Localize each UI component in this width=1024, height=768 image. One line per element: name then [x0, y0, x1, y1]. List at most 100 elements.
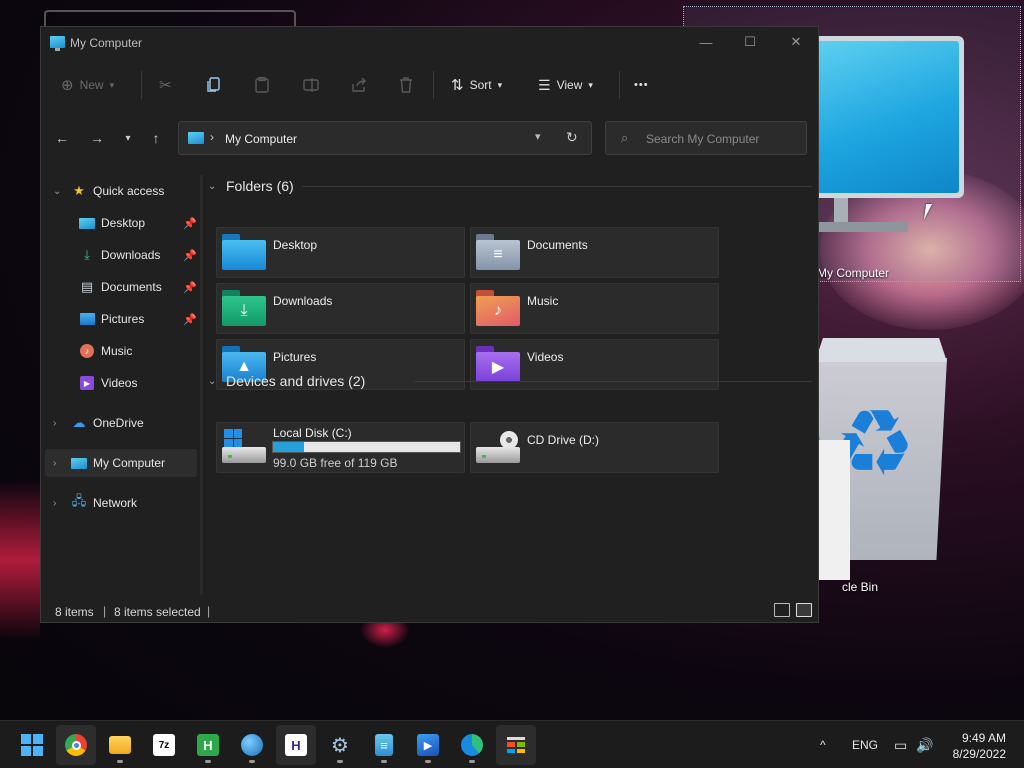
taskbar-settings[interactable]: ⚙: [320, 725, 360, 765]
chevron-right-icon[interactable]: ›: [53, 418, 56, 429]
tile-label: Pictures: [273, 350, 317, 364]
forward-arrow-icon[interactable]: →: [86, 127, 108, 149]
sidebar-item-music[interactable]: ♪ Music: [45, 337, 197, 365]
new-label: New: [79, 78, 104, 92]
taskbar-file-explorer[interactable]: [100, 725, 140, 765]
pin-icon[interactable]: 📌: [183, 217, 197, 230]
sidebar-item-desktop[interactable]: Desktop 📌: [45, 209, 197, 237]
volume-icon[interactable]: 🔊: [916, 721, 933, 768]
folder-tile-documents[interactable]: ≡ Documents: [470, 227, 719, 278]
sidebar-item-network[interactable]: › 🖧 Network: [45, 489, 197, 517]
tile-label: Local Disk (C:): [273, 426, 352, 440]
new-button[interactable]: ⊕ New ▾: [61, 71, 114, 99]
minimize-button[interactable]: —: [683, 27, 729, 57]
pin-icon[interactable]: 📌: [183, 313, 197, 326]
up-arrow-icon[interactable]: ↑: [145, 127, 167, 149]
breadcrumb-my-computer[interactable]: My Computer: [225, 132, 297, 146]
large-icons-view-icon[interactable]: [796, 603, 812, 617]
file-explorer-window: My Computer — ☐ ✕ ⊕ New ▾ ✂ ⇅ Sort ▾ ☰ V…: [40, 26, 819, 623]
scissors-icon: ✂: [159, 77, 172, 94]
taskbar-store[interactable]: [496, 725, 536, 765]
view-button[interactable]: ☰ View ▾: [538, 71, 593, 99]
details-view-icon[interactable]: [774, 603, 790, 617]
pin-icon[interactable]: 📌: [183, 249, 197, 262]
share-button[interactable]: [351, 71, 367, 99]
sidebar-item-onedrive[interactable]: › ☁ OneDrive: [45, 409, 197, 437]
folder-tile-videos[interactable]: ▶ Videos: [470, 339, 719, 390]
desktop-icon: [79, 216, 95, 230]
chevron-right-icon[interactable]: ›: [53, 458, 56, 469]
sidebar-item-pictures[interactable]: Pictures 📌: [45, 305, 197, 333]
start-button[interactable]: [12, 725, 52, 765]
sidebar-label: Quick access: [93, 184, 165, 198]
sort-button[interactable]: ⇅ Sort ▾: [451, 71, 502, 99]
see-more-button[interactable]: •••: [634, 71, 649, 99]
plus-circle-icon: ⊕: [61, 77, 74, 94]
taskbar-media-player[interactable]: ▶: [408, 725, 448, 765]
taskbar-hxd[interactable]: H: [276, 725, 316, 765]
copy-button[interactable]: [207, 71, 221, 99]
drive-tile-cd-drive[interactable]: CD Drive (D:): [470, 422, 719, 473]
search-input[interactable]: ⌕ Search My Computer: [605, 121, 807, 155]
drive-tile-local-disk[interactable]: Local Disk (C:) 99.0 GB free of 119 GB: [216, 422, 465, 473]
sidebar-item-videos[interactable]: ▶ Videos: [45, 369, 197, 397]
view-label: View: [556, 78, 583, 92]
title-bar[interactable]: My Computer — ☐ ✕: [41, 27, 818, 59]
maximize-button[interactable]: ☐: [727, 27, 773, 57]
chevron-down-icon: ▾: [109, 79, 115, 90]
taskbar-network-app[interactable]: [232, 725, 272, 765]
navigation-pane: ⌄ ★ Quick access Desktop 📌 ⤓ Downloads 📌…: [41, 175, 201, 595]
sidebar-item-downloads[interactable]: ⤓ Downloads 📌: [45, 241, 197, 269]
refresh-icon[interactable]: ↻: [566, 129, 578, 146]
selected-count: 8 items selected: [114, 605, 201, 619]
background-dialog-fragment: [818, 440, 850, 580]
clock-time: 9:49 AM: [961, 731, 1006, 745]
folder-tile-music[interactable]: ♪ Music: [470, 283, 719, 334]
gear-icon: ⚙: [331, 734, 349, 757]
folder-tile-downloads[interactable]: ⤓ Downloads: [216, 283, 465, 334]
back-arrow-icon[interactable]: ←: [51, 127, 73, 149]
recent-locations-chevron-icon[interactable]: ▾: [117, 127, 139, 149]
disk-free-text: 99.0 GB free of 119 GB: [273, 456, 398, 470]
address-bar[interactable]: › My Computer ▾ ↻: [178, 121, 592, 155]
share-icon: [352, 78, 366, 92]
taskbar-chrome[interactable]: [56, 725, 96, 765]
desktop-my-computer-icon[interactable]: [812, 36, 964, 236]
navigation-pane-scrollbar[interactable]: [200, 175, 203, 595]
chevron-down-icon: ⌄: [208, 375, 217, 387]
rename-button[interactable]: [303, 71, 319, 99]
folders-group-header[interactable]: ⌄ Folders (6): [208, 175, 294, 197]
desktop-my-computer-label[interactable]: My Computer: [817, 266, 889, 280]
sidebar-item-documents[interactable]: ▤ Documents 📌: [45, 273, 197, 301]
paste-button[interactable]: [255, 71, 269, 99]
address-history-chevron-icon[interactable]: ▾: [535, 130, 541, 143]
sidebar-item-quick-access[interactable]: ⌄ ★ Quick access: [45, 177, 197, 205]
hxd-icon: H: [285, 734, 307, 756]
breadcrumb-chevron-icon[interactable]: ›: [210, 130, 214, 144]
sort-label: Sort: [469, 78, 492, 92]
chevron-down-icon[interactable]: ⌄: [53, 186, 61, 197]
input-language[interactable]: ENG: [852, 721, 878, 768]
chevron-down-icon: ⌄: [208, 180, 217, 192]
folder-tile-desktop[interactable]: Desktop: [216, 227, 465, 278]
cut-button[interactable]: ✂: [159, 71, 172, 99]
delete-button[interactable]: [399, 71, 413, 99]
computer-icon: [188, 132, 204, 144]
desktop-recycle-bin-label[interactable]: cle Bin: [842, 580, 878, 594]
pin-icon[interactable]: 📌: [183, 281, 197, 294]
network-status-icon[interactable]: ▭: [894, 721, 907, 768]
chevron-right-icon[interactable]: ›: [53, 498, 56, 509]
taskbar-edge[interactable]: [452, 725, 492, 765]
window-title: My Computer: [70, 36, 143, 50]
local-disk-icon: [222, 429, 266, 465]
sidebar-item-my-computer[interactable]: › My Computer: [45, 449, 197, 477]
taskbar-clock[interactable]: 9:49 AM 8/29/2022: [942, 730, 1006, 762]
show-hidden-icons-chevron-icon[interactable]: ^: [820, 721, 826, 768]
chevron-down-icon: ▾: [497, 79, 503, 90]
devices-group-header[interactable]: ⌄ Devices and drives (2): [208, 370, 365, 392]
mouse-pointer-icon: [923, 204, 939, 220]
close-button[interactable]: ✕: [773, 27, 819, 57]
taskbar-h-app[interactable]: H: [188, 725, 228, 765]
taskbar-notepad[interactable]: ≡: [364, 725, 404, 765]
taskbar-7zip[interactable]: 7z: [144, 725, 184, 765]
